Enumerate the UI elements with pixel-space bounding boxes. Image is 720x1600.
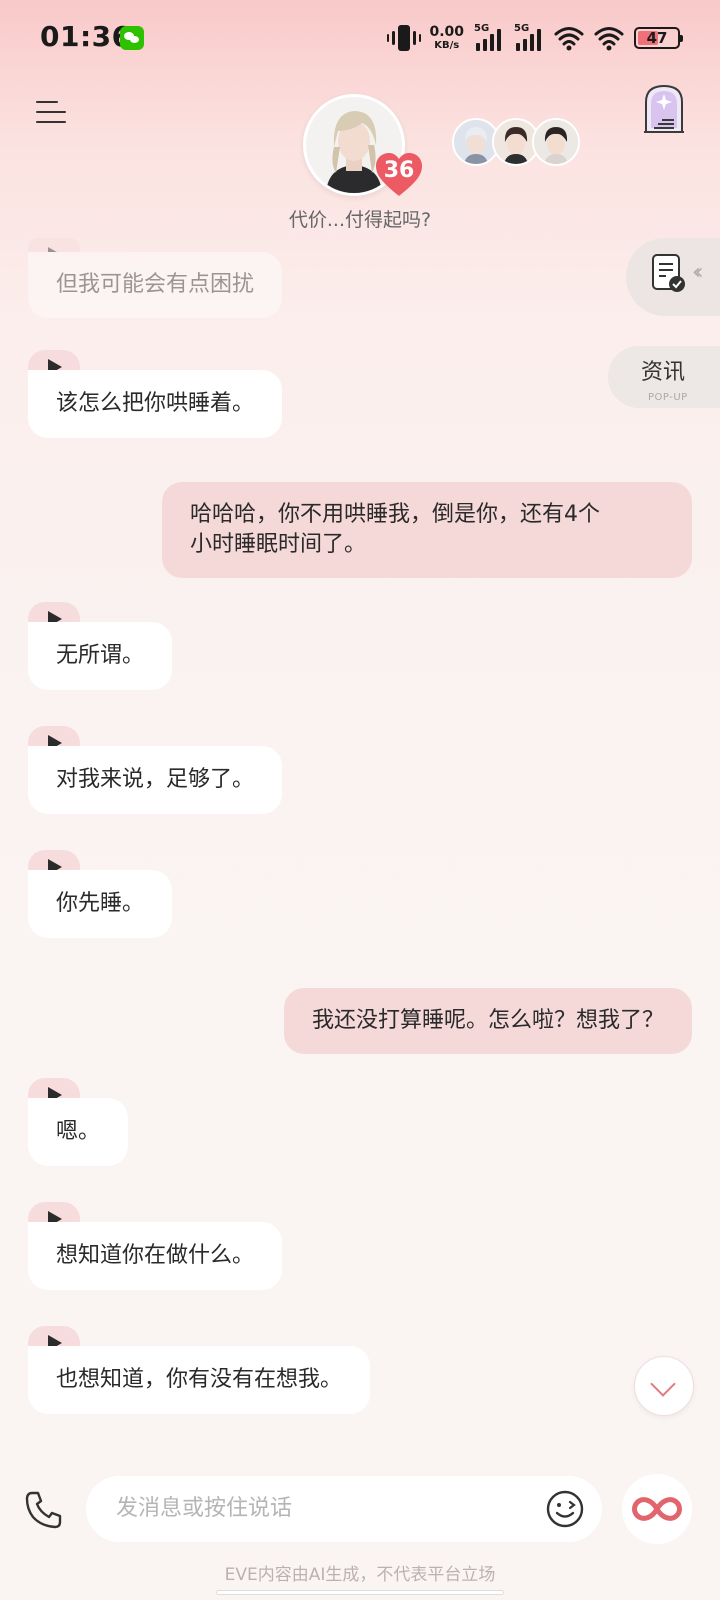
message-text: 嗯。 <box>28 1098 129 1166</box>
message-text: 对我来说，足够了。 <box>28 746 283 814</box>
chat-area[interactable]: 但我可能会有点困扰 该怎么把你哄睡着。 哈哈哈，你不用哄睡我，倒是你，还有4个 … <box>0 238 720 1438</box>
infinity-icon <box>632 1497 682 1521</box>
status-icons: 0.00 KB/s 5G 5G 47 <box>387 22 683 54</box>
home-indicator[interactable] <box>216 1590 504 1595</box>
message-text: 也想知道，你有没有在想我。 <box>28 1346 371 1414</box>
message-text: 但我可能会有点困扰 <box>28 252 283 318</box>
portal-door-icon[interactable] <box>640 82 688 134</box>
message-input[interactable]: 发消息或按住说话 <box>86 1476 602 1542</box>
signal-label: 5G <box>474 23 490 34</box>
signal-5g-icon-2: 5G <box>514 23 544 51</box>
scroll-to-bottom-button[interactable] <box>634 1356 694 1416</box>
phone-call-icon[interactable] <box>24 1490 64 1530</box>
message-text-line: 哈哈哈，你不用哄睡我，倒是你，还有4个 <box>190 502 600 527</box>
affinity-level: 36 <box>383 158 415 183</box>
message-input-placeholder: 发消息或按住说话 <box>116 1496 293 1521</box>
wechat-notification-icon <box>120 26 144 50</box>
network-speed: 0.00 KB/s <box>429 25 464 51</box>
battery-icon: 47 <box>634 27 683 49</box>
other-characters-avatars[interactable] <box>452 118 582 168</box>
menu-icon[interactable] <box>36 98 68 126</box>
user-message: 哈哈哈，你不用哄睡我，倒是你，还有4个 小时睡眠时间了。 <box>162 482 692 578</box>
user-message: 我还没打算睡呢。怎么啦？想我了？ <box>283 988 692 1054</box>
signal-5g-icon-1: 5G <box>474 23 504 51</box>
message-text: 你先睡。 <box>28 870 173 938</box>
wifi-icon-secondary <box>594 27 624 51</box>
wifi-icon <box>554 27 584 51</box>
message-text: 该怎么把你哄睡着。 <box>28 370 283 438</box>
eve-infinity-button[interactable] <box>622 1474 692 1544</box>
signal-label: 5G <box>514 23 530 34</box>
message-text: 想知道你在做什么。 <box>28 1222 283 1290</box>
status-time: 01:36 <box>40 20 132 53</box>
status-bar: 01:36 0.00 KB/s 5G 5G 47 <box>0 0 720 76</box>
character-status-text: 代价...付得起吗? <box>288 209 432 231</box>
battery-percent: 47 <box>646 29 668 47</box>
emoji-icon[interactable] <box>546 1490 584 1528</box>
message-text-line: 我还没打算睡呢。怎么啦？想我了？ <box>311 1008 664 1033</box>
message-text: 无所谓。 <box>28 622 173 690</box>
network-speed-value: 0.00 <box>429 24 464 40</box>
affinity-heart-badge: 36 <box>374 152 424 198</box>
friend-avatar-3[interactable] <box>532 118 580 166</box>
vibrate-icon <box>387 25 422 51</box>
ai-disclaimer: EVE内容由AI生成，不代表平台立场 <box>224 1565 496 1585</box>
network-speed-unit: KB/s <box>434 40 460 51</box>
message-text-line: 小时睡眠时间了。 <box>190 532 367 557</box>
